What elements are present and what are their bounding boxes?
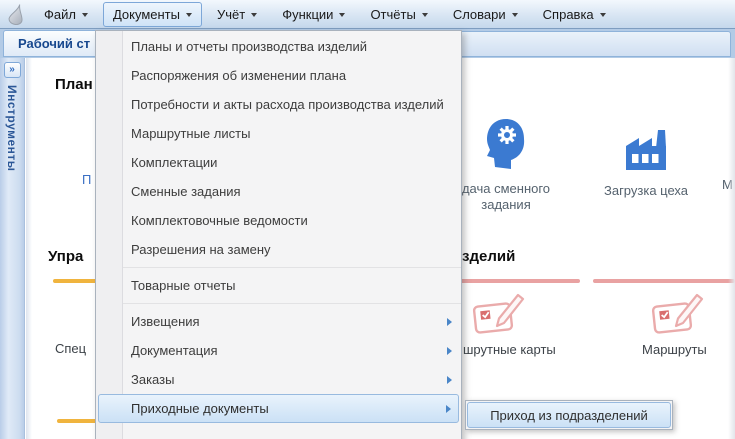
- accent-bar-pink: [593, 279, 735, 283]
- menu-item-label: Планы и отчеты производства изделий: [131, 39, 367, 54]
- shortcut-label-line: задания: [462, 197, 550, 213]
- menubar-item-functions[interactable]: Функции: [272, 2, 355, 27]
- factory-icon: [623, 126, 669, 177]
- submenu-arrow-icon: [446, 405, 451, 413]
- menubar-item-reports[interactable]: Отчёты: [360, 2, 437, 27]
- menu-item-label: Сменные задания: [131, 184, 241, 199]
- shortcut-label-fragment-right: М: [722, 177, 733, 192]
- menu-item-label: Комплектовочные ведомости: [131, 213, 308, 228]
- submenu-item-label: Приход из подразделений: [490, 408, 648, 423]
- menu-separator: [96, 267, 461, 268]
- menu-item-label: Потребности и акты расхода производства …: [131, 97, 444, 112]
- chevron-down-icon: [422, 13, 428, 17]
- menu-item-label: Документация: [131, 343, 218, 358]
- menubar-item-label: Словари: [453, 7, 506, 22]
- menu-item-izveshcheniya[interactable]: Извещения: [96, 307, 461, 336]
- menubar-item-label: Учёт: [217, 7, 245, 22]
- menu-item-label: Товарные отчеты: [131, 278, 236, 293]
- shortcut-link-fragment[interactable]: П: [82, 172, 91, 187]
- expand-sidebar-icon[interactable]: »: [4, 62, 21, 78]
- menubar-item-label: Документы: [113, 7, 180, 22]
- documents-dropdown-menu: Планы и отчеты производства изделий Расп…: [95, 30, 462, 439]
- chevron-down-icon: [339, 13, 345, 17]
- menu-item[interactable]: Сменные задания: [96, 177, 461, 206]
- menu-item[interactable]: Планы и отчеты производства изделий: [96, 32, 461, 61]
- app-logo-icon: [8, 3, 24, 25]
- menubar-item-label: Файл: [44, 7, 76, 22]
- section-heading-planning: План: [55, 76, 93, 93]
- menu-item-label: Разрешения на замену: [131, 242, 271, 257]
- sidebar-title-tools[interactable]: Инструменты: [5, 85, 19, 172]
- head-gear-icon: [484, 118, 528, 175]
- label-spec-fragment: Спец: [55, 341, 86, 356]
- shortcut-routes[interactable]: [650, 292, 704, 343]
- tab-desktop[interactable]: Рабочий ст: [3, 30, 105, 57]
- incoming-documents-submenu: Приход из подразделений: [465, 400, 673, 430]
- accent-bar-pink: [450, 279, 580, 283]
- menubar-item-label: Отчёты: [370, 7, 415, 22]
- menubar-item-accounting[interactable]: Учёт: [207, 2, 267, 27]
- menu-item-zakazy[interactable]: Заказы: [96, 365, 461, 394]
- menu-item-prihodnye-dokumenty[interactable]: Приходные документы: [98, 394, 459, 423]
- chevron-down-icon: [186, 13, 192, 17]
- doc-pen-icon: [471, 325, 525, 342]
- section-heading-products-fragment: зделий: [462, 248, 515, 265]
- tab-label: Рабочий ст: [18, 36, 90, 51]
- menu-item[interactable]: Маршрутные листы: [96, 119, 461, 148]
- shortcut-label: Маршруты: [642, 342, 707, 357]
- doc-pen-icon: [650, 325, 704, 342]
- shortcut-label-fragment: шрутные карты: [463, 342, 556, 357]
- menu-item-label: Комплектации: [131, 155, 217, 170]
- tools-sidebar: » Инструменты: [0, 58, 25, 439]
- submenu-arrow-icon: [447, 318, 452, 326]
- menu-separator: [96, 303, 461, 304]
- menu-item[interactable]: Комплектовочные ведомости: [96, 206, 461, 235]
- chevron-down-icon: [512, 13, 518, 17]
- main-menubar: Файл Документы Учёт Функции Отчёты Слова…: [0, 0, 735, 29]
- menubar-item-file[interactable]: Файл: [34, 2, 98, 27]
- menubar-item-label: Функции: [282, 7, 333, 22]
- app-window: План П дача сменного: [0, 0, 735, 439]
- shortcut-label-line: дача сменного: [462, 181, 550, 197]
- menu-item-label: Приходные документы: [131, 401, 269, 416]
- shortcut-shop-load[interactable]: Загрузка цеха: [598, 126, 694, 199]
- menubar-item-documents[interactable]: Документы: [103, 2, 202, 27]
- menu-item-label: Распоряжения об изменении плана: [131, 68, 346, 83]
- menu-item[interactable]: Потребности и акты расхода производства …: [96, 90, 461, 119]
- shortcut-label: Загрузка цеха: [604, 183, 688, 199]
- submenu-item-prihod-iz-podrazdelenij[interactable]: Приход из подразделений: [467, 402, 671, 428]
- submenu-arrow-icon: [447, 347, 452, 355]
- chevron-down-icon: [251, 13, 257, 17]
- menubar-item-help[interactable]: Справка: [533, 2, 616, 27]
- menubar-item-dictionaries[interactable]: Словари: [443, 2, 528, 27]
- chevron-down-icon: [600, 13, 606, 17]
- menu-item-label: Извещения: [131, 314, 200, 329]
- menu-item-label: Заказы: [131, 372, 174, 387]
- chevron-down-icon: [82, 13, 88, 17]
- menu-item[interactable]: Распоряжения об изменении плана: [96, 61, 461, 90]
- submenu-arrow-icon: [447, 376, 452, 384]
- menu-item-label: Маршрутные листы: [131, 126, 250, 141]
- menu-item-dokumentaciya[interactable]: Документация: [96, 336, 461, 365]
- shortcut-route-cards[interactable]: [471, 292, 525, 343]
- menu-item[interactable]: Товарные отчеты: [96, 271, 461, 300]
- menu-item[interactable]: Разрешения на замену: [96, 235, 461, 264]
- menu-item-partial: [96, 423, 461, 439]
- section-heading-management-fragment: Упра: [48, 248, 83, 265]
- menubar-item-label: Справка: [543, 7, 594, 22]
- menu-item[interactable]: Комплектации: [96, 148, 461, 177]
